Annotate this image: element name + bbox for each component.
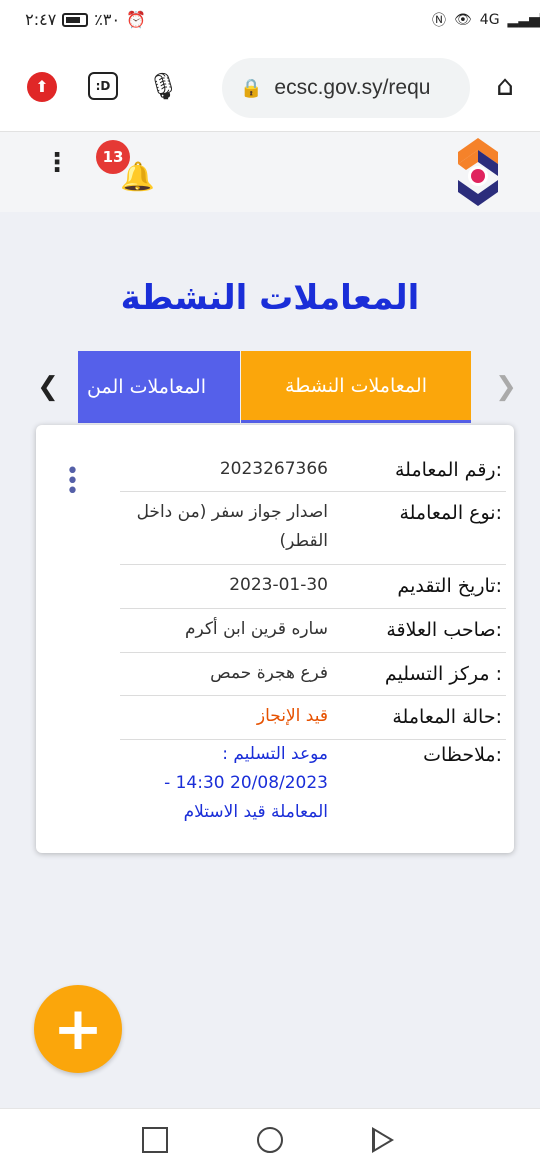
row-status: حالة المعاملة: قيد الإنجاز bbox=[120, 696, 506, 740]
alarm-icon: ⏰ bbox=[126, 10, 146, 29]
value-delivery-center: فرع هجرة حمص bbox=[210, 663, 328, 683]
status-time: ٢:٤٧ bbox=[25, 10, 57, 29]
recents-icon[interactable] bbox=[142, 1127, 168, 1153]
value-transaction-number: 2023267366 bbox=[219, 459, 328, 479]
page-title: المعاملات النشطة bbox=[120, 278, 420, 318]
label-owner: صاحب العلاقة: bbox=[386, 619, 502, 641]
url-text: ecsc.gov.sy/requ bbox=[274, 76, 431, 99]
row-submission-date: تاريخ التقديم: 2023-01-30 bbox=[120, 565, 506, 609]
transaction-card: • • • رقم المعاملة: 2023267366 نوع المعامل… bbox=[36, 425, 514, 853]
card-menu-icon[interactable]: • • • bbox=[66, 461, 79, 503]
notifications-button[interactable]: 🔔 13 bbox=[96, 140, 155, 194]
app-logo bbox=[458, 138, 498, 206]
label-transaction-type: نوع المعاملة: bbox=[399, 502, 502, 524]
home-icon[interactable]: ⌂ bbox=[490, 69, 520, 102]
back-icon[interactable] bbox=[372, 1127, 394, 1153]
value-status: قيد الإنجاز bbox=[256, 706, 328, 726]
lock-icon: 🔒 bbox=[240, 77, 263, 99]
app-header: ⋮ 🔔 13 bbox=[0, 132, 540, 212]
tab-completed[interactable]: المعاملات المن bbox=[78, 351, 240, 423]
address-bar[interactable]: 🔒 ecsc.gov.sy/requ bbox=[222, 58, 470, 118]
upload-icon[interactable]: ⬆ bbox=[27, 72, 57, 102]
value-notes: موعد التسليم : 20/08/2023 14:30 - المعام… bbox=[164, 744, 328, 822]
signal-icon: ▂▃▅▇ bbox=[507, 12, 540, 28]
label-notes: ملاحظات: bbox=[423, 744, 502, 766]
tabs-bar: ❮ المعاملات المن المعاملات النشطة ❯ bbox=[18, 351, 522, 423]
tabs-scroll-left[interactable]: ❮ bbox=[18, 351, 78, 423]
status-left: ٢:٤٧ ٪٣٠ ⏰ bbox=[25, 10, 146, 29]
tab-active[interactable]: المعاملات النشطة bbox=[241, 351, 471, 423]
status-bar: ٢:٤٧ ٪٣٠ ⏰ Ⓝ 👁 4G ▂▃▅▇ bbox=[0, 0, 540, 42]
battery-icon bbox=[62, 12, 89, 27]
tabs-scroll-right[interactable]: ❯ bbox=[490, 351, 522, 423]
chevron-right-icon: ❯ bbox=[495, 372, 517, 402]
system-nav-bar bbox=[0, 1108, 540, 1170]
status-right: Ⓝ 👁 4G ▂▃▅▇ bbox=[432, 10, 540, 30]
microphone-icon[interactable]: 🎙 bbox=[147, 72, 180, 102]
plus-icon: + bbox=[52, 994, 104, 1064]
nfc-icon: Ⓝ bbox=[432, 13, 446, 29]
eye-icon: 👁 bbox=[454, 12, 472, 28]
row-notes: ملاحظات: موعد التسليم : 20/08/2023 14:30… bbox=[120, 740, 506, 835]
home-nav-icon[interactable] bbox=[257, 1127, 283, 1153]
label-transaction-number: رقم المعاملة: bbox=[394, 459, 502, 481]
browser-toolbar: ⬆ :D 🎙 🔒 ecsc.gov.sy/requ ⌂ bbox=[0, 42, 540, 132]
label-delivery-center: مركز التسليم : bbox=[384, 663, 502, 685]
label-submission-date: تاريخ التقديم: bbox=[397, 575, 502, 597]
value-transaction-type: اصدار جواز سفر (من داخل القطر) bbox=[136, 502, 328, 551]
battery-level: ٪٣٠ bbox=[94, 10, 121, 29]
value-submission-date: 2023-01-30 bbox=[229, 575, 328, 595]
label-status: حالة المعاملة: bbox=[392, 706, 502, 728]
row-transaction-number: رقم المعاملة: 2023267366 bbox=[120, 449, 506, 492]
row-owner: صاحب العلاقة: ساره قرين ابن أكرم bbox=[120, 609, 506, 653]
add-transaction-button[interactable]: + bbox=[34, 985, 122, 1073]
extension-icon[interactable]: :D bbox=[88, 72, 118, 100]
notification-badge: 13 bbox=[96, 140, 130, 174]
row-transaction-type: نوع المعاملة: اصدار جواز سفر (من داخل ال… bbox=[120, 492, 506, 565]
menu-icon[interactable]: ⋮ bbox=[44, 150, 70, 176]
network-type: 4G bbox=[479, 12, 500, 28]
value-owner: ساره قرين ابن أكرم bbox=[184, 619, 328, 639]
chevron-left-icon: ❮ bbox=[37, 372, 59, 402]
row-delivery-center: مركز التسليم : فرع هجرة حمص bbox=[120, 653, 506, 696]
